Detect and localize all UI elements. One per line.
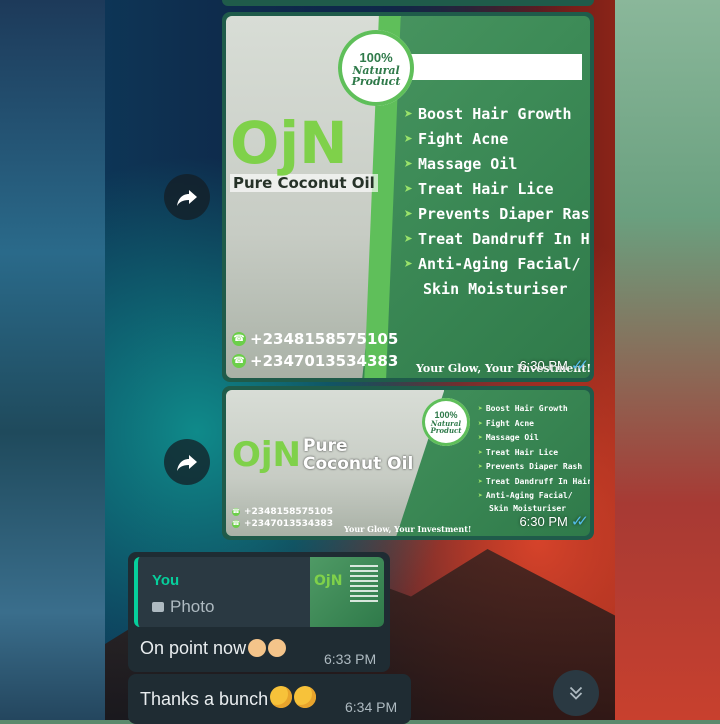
- arrow-icon: ➤: [478, 491, 483, 500]
- quote-thumbnail: OjN: [310, 557, 384, 627]
- feature-item: ➤ Anti-Aging Facial/: [478, 489, 590, 504]
- feature-item: ➤ Anti-Aging Facial/: [404, 252, 590, 277]
- feature-item: ➤ Boost Hair Growth: [404, 102, 590, 127]
- previous-image-edge[interactable]: [222, 0, 594, 6]
- feature-item: ➤ Prevents Diaper Rash: [478, 460, 590, 475]
- arrow-icon: ➤: [404, 230, 414, 248]
- message-body: Thanks a bunch: [140, 686, 317, 710]
- arrow-icon: ➤: [404, 205, 414, 223]
- quote-type-label: Photo: [170, 597, 215, 616]
- whatsapp-icon: ☎: [232, 332, 246, 346]
- phone-number: ☎ +2347013534383: [232, 519, 333, 529]
- blurred-border-left: [0, 0, 105, 720]
- feature-item: ➤ Boost Hair Growth: [478, 402, 590, 417]
- quote-author: You: [152, 572, 180, 589]
- ok-hand-emoji: [248, 639, 267, 657]
- feature-list: ➤ Boost Hair Growth ➤ Fight Acne ➤ Massage …: [404, 102, 590, 302]
- brand-logo: OjN: [232, 435, 302, 475]
- image-message-large[interactable]: 100% Natural Product OjN Pure Coconut Oi…: [222, 12, 594, 382]
- badge-label: Natural Product: [430, 419, 462, 435]
- poster-image[interactable]: 100% Natural Product OjN Pure Coconut Oi…: [226, 390, 590, 536]
- message-time: 6:33 PM: [324, 651, 377, 667]
- quoted-message[interactable]: You Photo OjN: [134, 557, 384, 627]
- arrow-icon: ➤: [478, 447, 483, 457]
- text-message-reply[interactable]: You Photo OjN On point now 6:33 PM: [128, 552, 390, 672]
- image-message-small[interactable]: 100% Natural Product OjN Pure Coconut Oi…: [222, 386, 594, 540]
- quote-type: Photo: [152, 597, 214, 617]
- double-check-icon: ✓✓: [570, 357, 589, 374]
- kiss-face-emoji: [270, 686, 293, 708]
- message-text: On point now: [140, 638, 247, 658]
- arrow-icon: ➤: [478, 433, 483, 442]
- forward-icon: [177, 455, 197, 471]
- feature-item: ➤ Prevents Diaper Rash: [404, 202, 590, 227]
- arrow-icon: ➤: [478, 476, 483, 486]
- product-name-line2: Coconut Oil: [303, 454, 414, 474]
- kiss-face-emoji: [294, 686, 317, 708]
- thumbnail-text-lines: [350, 565, 378, 605]
- message-body: On point now: [140, 638, 287, 659]
- arrow-icon: ➤: [404, 155, 414, 173]
- phone-number: ☎ +2347013534383: [232, 352, 399, 370]
- message-text: Thanks a bunch: [140, 689, 269, 709]
- arrow-icon: ➤: [478, 462, 483, 471]
- feature-item: ➤ Massage Oil: [478, 431, 590, 446]
- natural-product-badge: 100% Natural Product: [338, 30, 414, 106]
- product-name: Pure Coconut Oil: [230, 174, 378, 192]
- brand-block: OjN Pure Coconut Oil: [230, 112, 378, 192]
- message-time: 6:30 PM: [519, 357, 568, 373]
- blurred-border-right: [615, 0, 720, 720]
- arrow-icon: ➤: [478, 418, 483, 428]
- feature-item: ➤ Treat Hair Lice: [404, 177, 590, 202]
- arrow-icon: ➤: [404, 180, 414, 198]
- whatsapp-icon: ☎: [232, 354, 246, 368]
- poster-tagline: Your Glow, Your Investment!: [344, 524, 472, 534]
- message-meta: 6:30 PM ✓✓: [519, 512, 589, 530]
- forward-button[interactable]: [164, 439, 210, 485]
- forward-button[interactable]: [164, 174, 210, 220]
- thumbnail-brand: OjN: [314, 573, 343, 589]
- feature-item: ➤ Fight Acne: [404, 127, 590, 152]
- feature-item: ➤Treat Dandruff In Hair: [478, 475, 590, 490]
- natural-product-badge: 100% Natural Product: [422, 398, 470, 446]
- double-check-icon: ✓✓: [570, 513, 589, 530]
- message-time: 6:30 PM: [519, 513, 568, 529]
- whatsapp-icon: ☎: [232, 508, 240, 516]
- phone-number: ☎ +2348158575105: [232, 330, 399, 348]
- poster-white-bar: [406, 54, 582, 80]
- arrow-icon: ➤: [404, 255, 414, 273]
- message-meta: 6:30 PM ✓✓: [519, 356, 589, 374]
- feature-item: ➤ Massage Oil: [404, 152, 590, 177]
- feature-item: ➤Treat Dandruff In Hair: [404, 227, 590, 252]
- whatsapp-icon: ☎: [232, 520, 240, 528]
- phone-list: ☎ +2348158575105 ☎ +2347013534383: [232, 506, 333, 530]
- text-message-thanks[interactable]: Thanks a bunch 6:34 PM: [128, 674, 411, 724]
- arrow-icon: ➤: [404, 105, 414, 123]
- badge-label: Natural Product: [351, 63, 401, 88]
- product-name-line1: Pure: [303, 436, 348, 456]
- brand-block: OjN Pure Coconut Oil: [232, 436, 413, 474]
- brand-logo: OjN: [230, 109, 348, 177]
- double-chevron-down-icon: [569, 686, 583, 700]
- camera-icon: [152, 602, 164, 612]
- arrow-icon: ➤: [404, 130, 414, 148]
- phone-list: ☎ +2348158575105 ☎ +2347013534383: [232, 328, 398, 372]
- poster-image[interactable]: 100% Natural Product OjN Pure Coconut Oi…: [226, 16, 590, 378]
- badge-percent: 100%: [359, 49, 393, 65]
- ok-hand-emoji: [268, 639, 287, 657]
- feature-item: ➤ Fight Acne: [478, 417, 590, 432]
- forward-icon: [177, 190, 197, 206]
- arrow-icon: ➤: [478, 404, 483, 413]
- feature-item: ➤ Treat Hair Lice: [478, 446, 590, 461]
- feature-list: ➤ Boost Hair Growth ➤ Fight Acne ➤ Massage …: [478, 402, 590, 514]
- scroll-to-bottom-button[interactable]: [553, 670, 599, 716]
- feature-item: Skin Moisturiser: [423, 280, 568, 298]
- message-time: 6:34 PM: [345, 699, 398, 715]
- phone-number: ☎ +2348158575105: [232, 507, 333, 517]
